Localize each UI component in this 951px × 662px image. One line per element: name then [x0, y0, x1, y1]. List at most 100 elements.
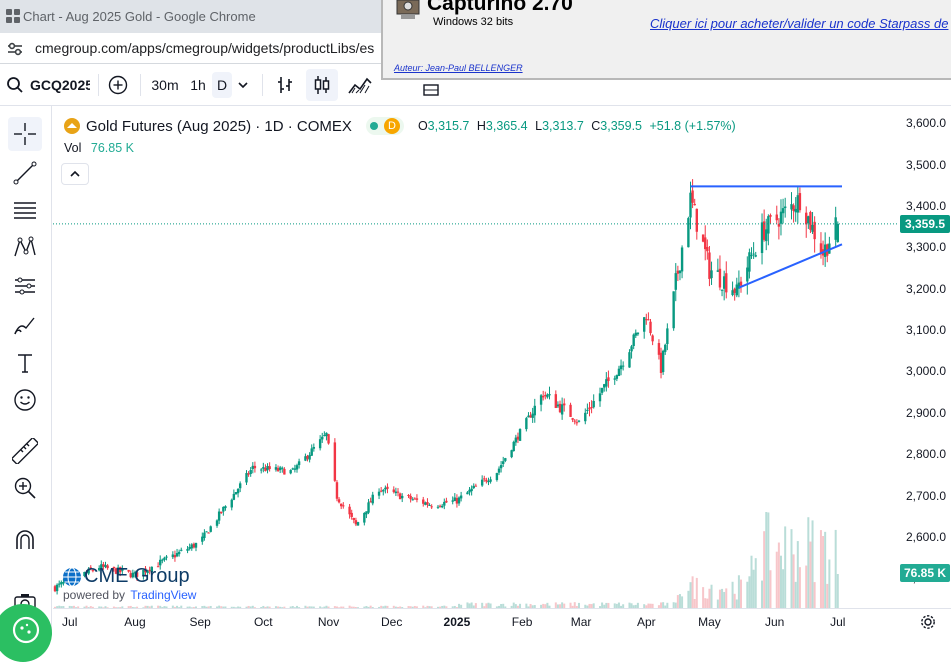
- smiley-icon: [14, 389, 36, 411]
- gold-symbol-icon[interactable]: [63, 117, 81, 135]
- plus-circle-icon: [108, 75, 128, 95]
- price-scale[interactable]: 3,600.0 3,500.0 3,400.0 3,300.0 3,200.0 3,100…: [898, 106, 951, 608]
- volume-bar: [706, 598, 709, 608]
- candle-body: [342, 505, 345, 507]
- indicators-button[interactable]: [420, 82, 442, 106]
- candle-body: [779, 211, 783, 224]
- candle-body: [813, 221, 816, 240]
- emoji-tool[interactable]: [8, 383, 42, 417]
- candle-body: [325, 432, 328, 437]
- candle-body: [678, 270, 682, 274]
- candle-body: [794, 208, 797, 213]
- settings-gear-icon[interactable]: [920, 614, 936, 635]
- chart-pane[interactable]: Gold Futures (Aug 2025) · 1D · COMEX D O…: [53, 106, 898, 608]
- time-tick-label: Nov: [317, 615, 340, 629]
- zoom-tool[interactable]: [8, 471, 42, 505]
- starpass-link[interactable]: Cliquer ici pour acheter/valider un code…: [650, 16, 948, 31]
- area-style-button[interactable]: [344, 64, 376, 106]
- candle-body: [426, 502, 429, 505]
- symbol-title[interactable]: Gold Futures (Aug 2025) · 1D · COMEX: [86, 118, 352, 135]
- candle-body: [628, 352, 631, 368]
- interval-1h-button[interactable]: 1h: [186, 64, 210, 106]
- volume-legend: Vol 76.85 K: [64, 141, 134, 155]
- candle-body: [775, 214, 778, 221]
- candle-body: [546, 394, 549, 398]
- trend-line-tool[interactable]: [8, 156, 42, 190]
- cme-group-logo: CME Group: [62, 565, 190, 588]
- candle-body: [584, 412, 587, 422]
- volume-bar: [676, 595, 679, 608]
- candle-body: [516, 436, 520, 440]
- candle-body: [798, 193, 802, 211]
- cookie-settings-button[interactable]: [0, 604, 52, 662]
- candle-body: [430, 506, 433, 508]
- candle-body: [318, 439, 322, 449]
- candle-body: [527, 415, 530, 418]
- candle-body: [746, 267, 749, 282]
- compare-add-button[interactable]: [104, 64, 132, 106]
- price-tick-label: 3,600.0: [906, 116, 947, 131]
- candle-body: [514, 437, 518, 443]
- interval-30m-button[interactable]: 30m: [148, 64, 182, 106]
- pattern-tool[interactable]: [8, 230, 42, 264]
- candle-body: [632, 334, 635, 347]
- candle-body: [409, 495, 412, 500]
- candle-body: [470, 488, 473, 492]
- time-scale[interactable]: Jul Aug Sep Oct Nov Dec 2025 Feb Mar Apr May Jun Jul: [53, 608, 951, 635]
- candle-body: [161, 559, 164, 561]
- candle-body: [544, 394, 547, 396]
- candle-body: [783, 206, 787, 209]
- candle-body: [205, 531, 208, 533]
- volume-bar: [828, 559, 831, 608]
- volume-value: 76.85 K: [90, 141, 134, 155]
- candle-body: [207, 532, 210, 534]
- candle-body: [510, 450, 513, 458]
- interval-d-button[interactable]: D: [212, 72, 232, 98]
- candle-body: [438, 505, 442, 507]
- time-tick-label: Jul: [830, 615, 846, 629]
- candle-body: [657, 343, 661, 355]
- brush-tool[interactable]: [8, 308, 42, 342]
- candle-body: [335, 482, 339, 499]
- candle-body: [605, 379, 608, 387]
- interval-dropdown-button[interactable]: [234, 64, 252, 106]
- symbol-search[interactable]: GCQ2025: [6, 64, 94, 106]
- candle-body: [647, 319, 650, 321]
- volume-bar: [735, 599, 738, 608]
- url-text[interactable]: cmegroup.com/apps/cmegroup/widgets/produ…: [35, 40, 374, 56]
- candle-body: [649, 321, 652, 334]
- volume-bar: [769, 570, 772, 608]
- candle-body: [754, 255, 757, 257]
- candle-body: [615, 375, 619, 379]
- candle-body: [459, 495, 463, 499]
- volume-bar: [754, 558, 757, 608]
- candle-body: [398, 493, 402, 500]
- volume-bar: [784, 526, 787, 608]
- measure-tool[interactable]: [8, 434, 42, 468]
- powered-by-tradingview[interactable]: powered by TradingView: [63, 588, 196, 602]
- price-chart[interactable]: [53, 106, 898, 608]
- fib-tool[interactable]: [8, 193, 42, 227]
- volume-bar: [681, 596, 684, 608]
- candle-body: [436, 506, 440, 508]
- text-tool[interactable]: [8, 346, 42, 380]
- crosshair-tool[interactable]: [8, 117, 42, 151]
- candle-body: [588, 407, 591, 410]
- magnet-tool[interactable]: [8, 523, 42, 557]
- volume-bar: [716, 599, 719, 608]
- collapse-legend-button[interactable]: [61, 163, 89, 185]
- forecast-tool[interactable]: [8, 269, 42, 303]
- author-link[interactable]: Auteur: Jean-Paul BELLENGER: [394, 63, 523, 73]
- candle-body: [554, 394, 558, 408]
- candle-body: [415, 498, 419, 500]
- candle-body: [645, 319, 648, 321]
- volume-bar: [798, 567, 801, 608]
- volume-bar: [731, 581, 734, 608]
- site-settings-icon[interactable]: [7, 41, 23, 62]
- candle-body: [556, 404, 560, 407]
- bar-style-button[interactable]: [270, 64, 300, 106]
- data-delay-badge: D: [383, 118, 400, 134]
- price-tick-label: 2,600.0: [906, 529, 947, 544]
- volume-bar: [695, 577, 698, 608]
- candles-style-button[interactable]: [306, 69, 338, 101]
